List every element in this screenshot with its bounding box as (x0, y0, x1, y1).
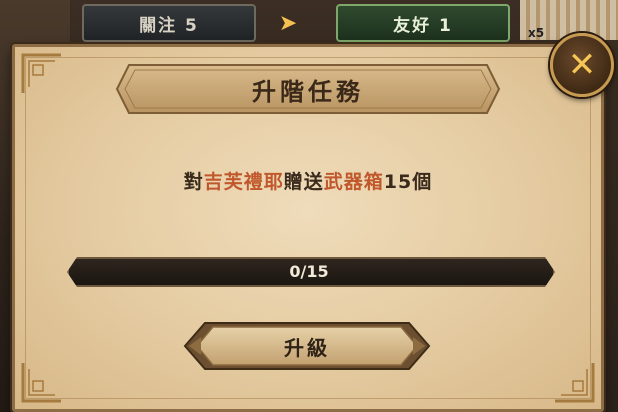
mission-target: 吉芙禮耶 (203, 170, 284, 193)
corner-ornament-icon (21, 363, 61, 403)
close-button[interactable]: ✕ (550, 33, 614, 97)
chevron-right-icon: ➤ (278, 10, 298, 36)
upgrade-mission-dialog: 升階任務 對 吉芙禮耶 贈送 武器箱 15個 0/15 升級 (12, 44, 604, 412)
mission-progress-bar: 0/15 (67, 257, 551, 283)
close-icon: ✕ (567, 45, 597, 85)
tab-friend[interactable]: 友好 1 (336, 4, 510, 42)
mission-quantity: 15個 (383, 170, 433, 193)
mission-item: 武器箱 (323, 170, 384, 193)
mission-prefix: 對 (183, 170, 204, 193)
dialog-title: 升階任務 (252, 77, 364, 106)
mission-verb: 贈送 (283, 170, 324, 193)
top-tab-bar: 關注 5 ➤ 友好 1 (70, 0, 540, 44)
title-banner: 升階任務 (115, 63, 501, 115)
tab-follow[interactable]: 關注 5 (82, 4, 256, 42)
upgrade-button[interactable]: 升級 (183, 321, 431, 371)
upgrade-button-label: 升級 (284, 335, 330, 360)
mission-description: 對 吉芙禮耶 贈送 武器箱 15個 (15, 165, 601, 195)
progress-label: 0/15 (289, 261, 329, 281)
corner-ornament-icon (21, 53, 61, 93)
corner-badge: x5 (528, 26, 545, 40)
corner-ornament-icon (555, 363, 595, 403)
